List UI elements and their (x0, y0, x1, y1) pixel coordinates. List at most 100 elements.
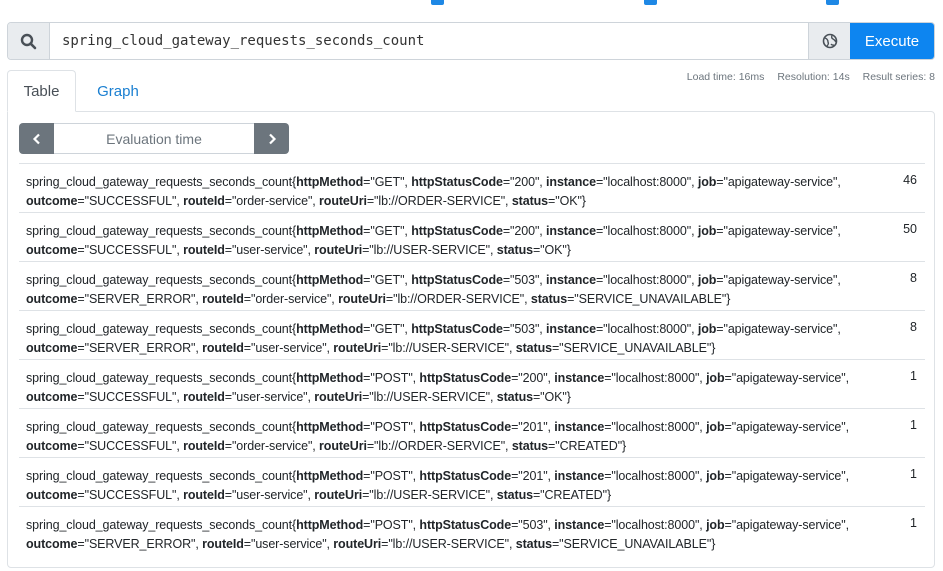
label-key: instance (546, 224, 596, 238)
label-value: lb://USER-SERVICE (392, 537, 505, 551)
label-value: OK (544, 390, 563, 404)
query-stats: Load time: 16ms Resolution: 14s Result s… (677, 71, 935, 83)
label-key: status (496, 390, 533, 404)
chevron-left-icon (32, 133, 40, 144)
label-value: POST (374, 518, 409, 532)
label-value: GET (374, 322, 401, 336)
metrics-explorer-button[interactable] (808, 23, 850, 59)
label-value: lb://ORDER-SERVICE (397, 292, 520, 306)
series-value: 46 (903, 173, 917, 187)
series-label: spring_cloud_gateway_requests_seconds_co… (26, 371, 849, 404)
label-key: job (706, 371, 725, 385)
label-key: outcome (26, 488, 78, 502)
series-value: 1 (910, 369, 917, 383)
label-key: routeUri (333, 537, 382, 551)
label-value: 200 (522, 371, 544, 385)
series-label: spring_cloud_gateway_requests_seconds_co… (26, 322, 841, 355)
label-key: outcome (26, 341, 78, 355)
table-row: spring_cloud_gateway_requests_seconds_co… (19, 506, 925, 555)
load-time: Load time: 16ms (686, 71, 765, 83)
checkbox-icon[interactable] (644, 0, 657, 5)
label-value: localhost:8000 (615, 469, 695, 483)
label-key: httpStatusCode (419, 371, 512, 385)
label-key: httpStatusCode (411, 273, 503, 287)
table-row: spring_cloud_gateway_requests_seconds_co… (19, 408, 925, 457)
label-value: SERVER_ERROR (88, 341, 192, 355)
label-key: httpMethod (296, 518, 364, 532)
label-value: user-service (236, 488, 304, 502)
label-key: routeUri (333, 341, 382, 355)
label-value: localhost:8000 (615, 371, 695, 385)
label-value: lb://USER-SERVICE (373, 390, 486, 404)
label-key: job (697, 273, 717, 287)
label-key: instance (554, 371, 605, 385)
label-value: SUCCESSFUL (88, 390, 172, 404)
label-key: instance (554, 469, 605, 483)
label-value: apigateway-service (736, 518, 842, 532)
label-value: POST (374, 371, 409, 385)
tab-graph[interactable]: Graph (83, 70, 153, 112)
label-key: routeId (202, 341, 244, 355)
table-row: spring_cloud_gateway_requests_seconds_co… (19, 163, 925, 212)
label-value: apigateway-service (736, 469, 842, 483)
table-row: spring_cloud_gateway_requests_seconds_co… (19, 457, 925, 506)
next-time-button[interactable] (254, 123, 289, 154)
checkbox-icon[interactable] (826, 0, 839, 5)
label-value: 503 (514, 322, 535, 336)
label-value: user-service (236, 390, 304, 404)
metric-name: spring_cloud_gateway_requests_seconds_co… (26, 518, 293, 532)
label-key: routeId (183, 390, 225, 404)
label-key: routeId (183, 439, 225, 453)
series-value: 1 (910, 467, 917, 481)
series-label: spring_cloud_gateway_requests_seconds_co… (26, 518, 849, 551)
chevron-right-icon (268, 133, 276, 144)
label-value: lb://USER-SERVICE (373, 243, 486, 257)
label-key: httpStatusCode (411, 322, 503, 336)
globe-icon (822, 33, 837, 49)
label-key: httpStatusCode (411, 175, 503, 189)
label-value: SERVICE_UNAVAILABLE (563, 537, 707, 551)
tab-table[interactable]: Table (7, 70, 76, 112)
series-value: 8 (910, 320, 917, 334)
metric-name: spring_cloud_gateway_requests_seconds_co… (26, 175, 293, 189)
checkbox-icon[interactable] (431, 0, 444, 5)
label-key: httpMethod (296, 469, 364, 483)
label-key: job (697, 322, 717, 336)
expression-bar: Execute (7, 22, 935, 60)
label-value: 200 (514, 224, 535, 238)
series-label: spring_cloud_gateway_requests_seconds_co… (26, 469, 849, 502)
label-value: SUCCESSFUL (88, 439, 172, 453)
label-value: POST (374, 420, 409, 434)
label-value: GET (374, 224, 401, 238)
top-options-strip (0, 0, 943, 8)
label-value: GET (374, 273, 401, 287)
label-value: localhost:8000 (607, 175, 687, 189)
metric-name: spring_cloud_gateway_requests_seconds_co… (26, 371, 293, 385)
label-value: OK (559, 194, 578, 208)
series-label: spring_cloud_gateway_requests_seconds_co… (26, 273, 841, 306)
table-panel: Evaluation time spring_cloud_gateway_req… (7, 111, 935, 568)
label-value: user-service (236, 243, 304, 257)
label-key: routeUri (319, 439, 367, 453)
label-key: outcome (26, 537, 78, 551)
label-value: apigateway-service (727, 273, 834, 287)
label-value: order-service (236, 194, 308, 208)
label-key: httpMethod (296, 322, 364, 336)
table-row: spring_cloud_gateway_requests_seconds_co… (19, 212, 925, 261)
evaluation-time-input[interactable]: Evaluation time (54, 123, 254, 154)
execute-button[interactable]: Execute (850, 23, 934, 59)
label-key: httpMethod (296, 273, 364, 287)
label-key: httpStatusCode (419, 420, 512, 434)
label-key: routeUri (314, 243, 363, 257)
previous-time-button[interactable] (19, 123, 54, 154)
label-key: job (706, 518, 725, 532)
label-key: instance (554, 518, 605, 532)
label-value: OK (544, 243, 563, 257)
label-value: CREATED (544, 488, 603, 502)
label-value: localhost:8000 (607, 273, 687, 287)
label-key: routeUri (338, 292, 386, 306)
label-value: SUCCESSFUL (88, 194, 172, 208)
label-key: status (511, 194, 549, 208)
metric-name: spring_cloud_gateway_requests_seconds_co… (26, 273, 293, 287)
expression-input[interactable] (50, 23, 808, 59)
